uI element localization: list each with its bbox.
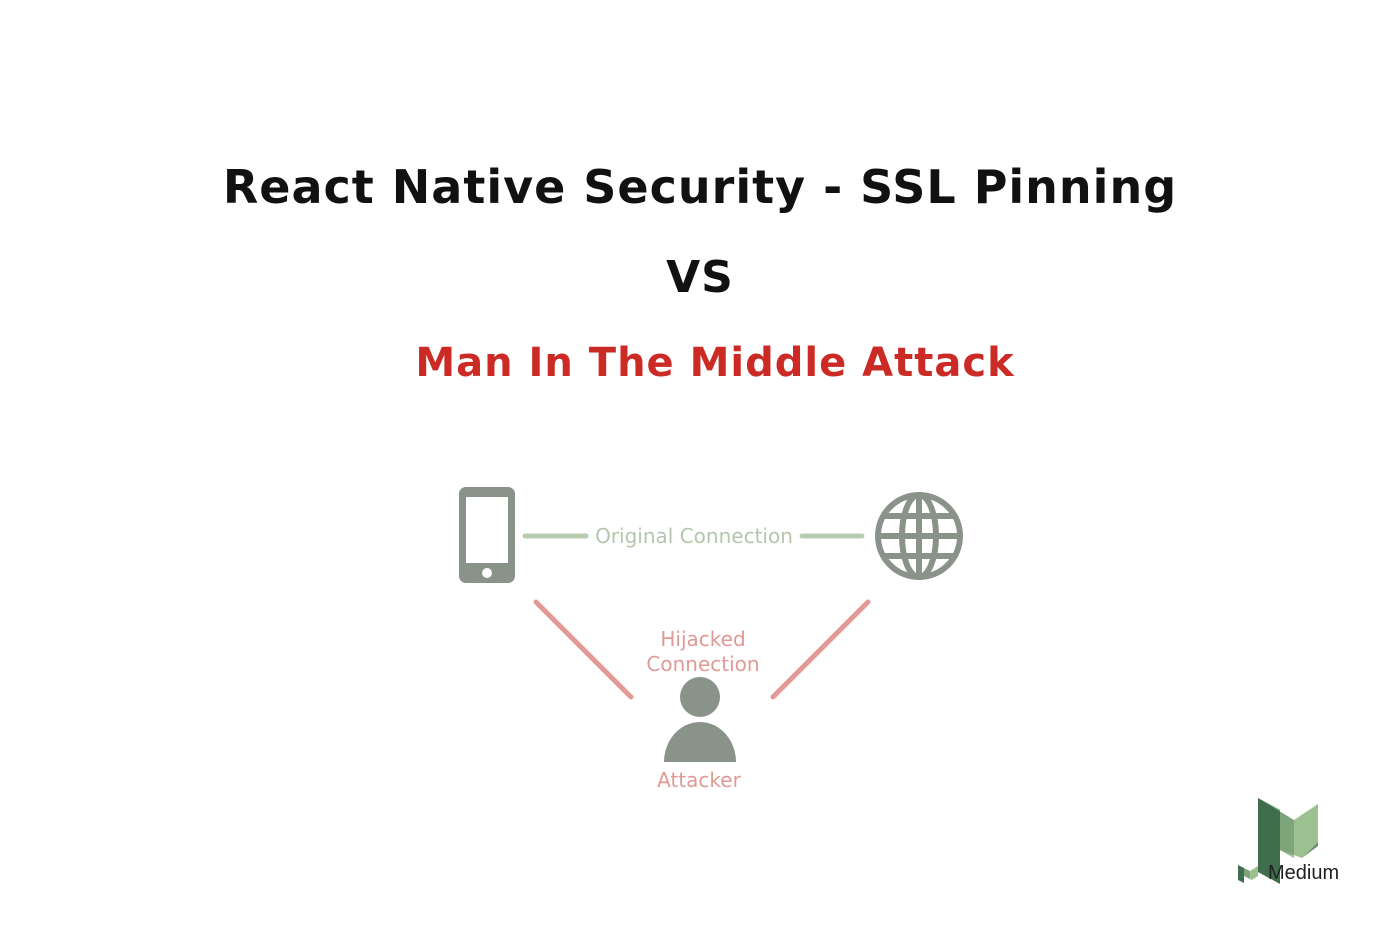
hijacked-connection-label-line2: Connection — [646, 652, 759, 676]
smartphone-icon — [459, 487, 515, 583]
globe-icon — [875, 492, 963, 580]
hijacked-connection-line-left — [533, 599, 634, 700]
original-connection-label: Original Connection — [595, 524, 793, 548]
hijacked-connection-label-line1: Hijacked — [660, 627, 745, 651]
medium-wordmark-icon — [1238, 865, 1258, 883]
hijacked-connection-line-right — [770, 599, 871, 700]
attacker-label: Attacker — [657, 768, 741, 792]
medium-wordmark: Medium — [1268, 862, 1340, 884]
user-icon — [664, 677, 736, 762]
mitm-diagram: Original Connection Hijacked Connection … — [459, 487, 963, 792]
